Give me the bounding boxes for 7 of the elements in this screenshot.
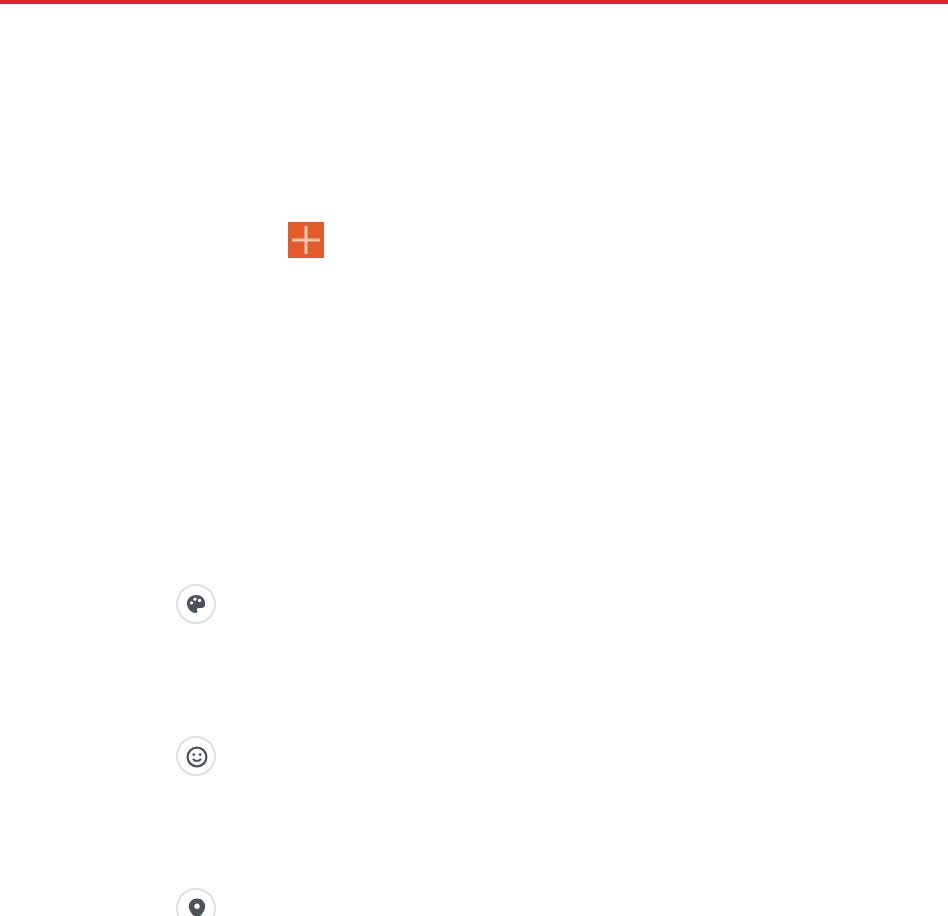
smiley-icon bbox=[185, 745, 207, 767]
palette-icon bbox=[186, 594, 206, 614]
plus-icon bbox=[292, 226, 320, 254]
palette-button[interactable] bbox=[176, 584, 216, 624]
location-button[interactable] bbox=[176, 888, 216, 916]
location-pin-icon bbox=[187, 897, 205, 916]
emoji-button[interactable] bbox=[176, 736, 216, 776]
